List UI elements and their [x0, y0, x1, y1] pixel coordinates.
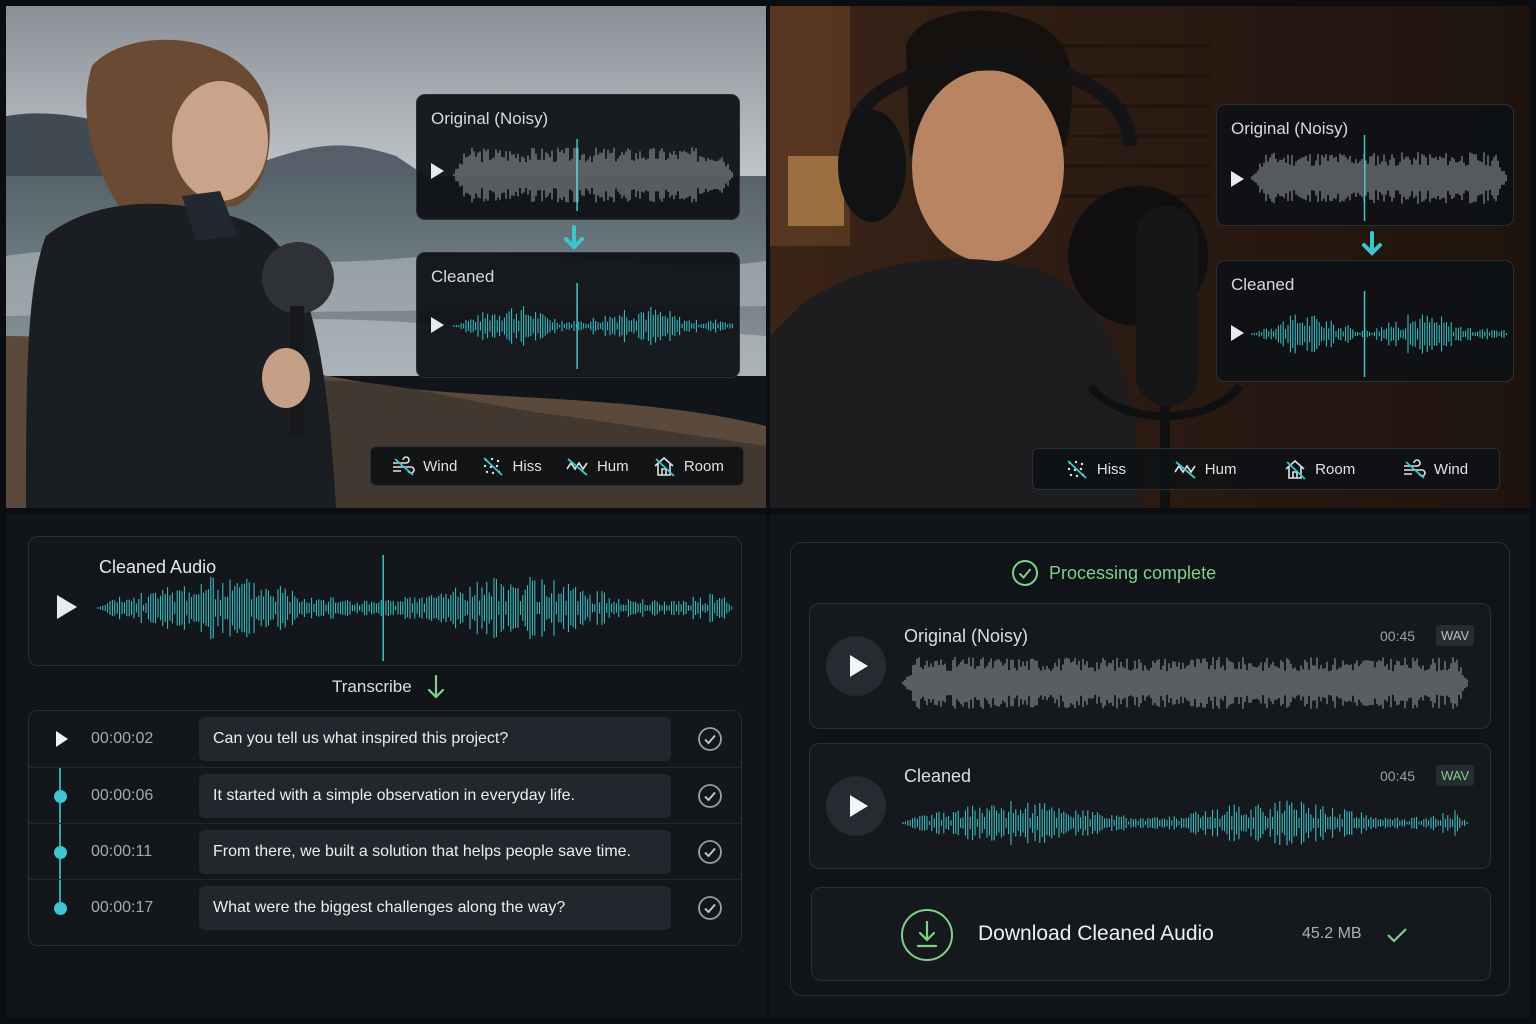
play-cleaned-button[interactable] [1231, 325, 1244, 341]
format-badge: WAV [1436, 765, 1475, 786]
cleaned-card: Cleaned [1216, 260, 1514, 382]
original-noisy-card: Original (Noisy) [1216, 104, 1514, 226]
hiss-icon [482, 457, 503, 476]
transcription-panel: Cleaned Audio Transcribe 00:00:02 Can yo… [6, 514, 766, 1018]
cleaned-audio-player: Cleaned Audio [28, 536, 742, 666]
field-recording-panel: Original (Noisy) Cleaned Wind Hiss Hum R… [6, 6, 766, 508]
segment-time: 00:00:02 [91, 730, 154, 747]
transcript-row[interactable]: 00:00:02 Can you tell us what inspired t… [29, 711, 741, 767]
arrow-down-icon [427, 674, 444, 699]
chip-wind[interactable]: Wind [390, 455, 457, 477]
transcript-row[interactable]: 00:00:17 What were the biggest challenge… [29, 879, 741, 935]
format-badge: WAV [1436, 625, 1475, 646]
play-original-button[interactable] [826, 636, 886, 696]
chip-label: Hiss [1096, 460, 1127, 478]
studio-scene-photo [770, 6, 1530, 508]
segment-text-field[interactable]: It started with a simple observation in … [199, 774, 671, 818]
play-button[interactable] [57, 595, 77, 619]
cleaned-waveform[interactable] [453, 283, 735, 369]
chip-label: Hum [596, 457, 629, 475]
segment-time: 00:00:06 [91, 787, 154, 804]
segment-text-field[interactable]: From there, we built a solution that hel… [199, 830, 671, 874]
track-title: Original (Noisy) [904, 626, 1029, 646]
timeline-dot [54, 902, 67, 915]
chip-wind[interactable]: Wind [1401, 458, 1468, 480]
cleaned-card: Cleaned [416, 252, 740, 378]
wind-icon [1403, 459, 1426, 479]
check-circle-icon[interactable] [697, 783, 723, 809]
play-original-button[interactable] [431, 163, 444, 179]
segment-text: It started with a simple observation in … [213, 787, 575, 804]
chip-hum[interactable]: Hum [1172, 458, 1237, 480]
cleaned-track-card: Cleaned 00:45 WAV [809, 743, 1491, 869]
original-waveform[interactable] [1251, 135, 1509, 221]
hum-icon [1174, 461, 1196, 479]
check-circle-icon[interactable] [697, 726, 723, 752]
original-track-card: Original (Noisy) 00:45 WAV [809, 603, 1491, 729]
original-waveform[interactable] [453, 139, 735, 211]
segment-text-field[interactable]: Can you tell us what inspired this proje… [199, 717, 671, 761]
timeline-dot [54, 790, 67, 803]
play-segment-button[interactable] [56, 731, 68, 747]
hiss-icon [1067, 460, 1087, 479]
noise-type-bar: Wind Hiss Hum Room [370, 446, 744, 486]
segment-text-field[interactable]: What were the biggest challenges along t… [199, 886, 671, 930]
chip-label: Hiss [512, 457, 542, 475]
arrow-down-icon [564, 225, 584, 250]
transcript-row[interactable]: 00:00:11 From there, we built a solution… [29, 823, 741, 879]
play-original-button[interactable] [1231, 171, 1244, 187]
download-label: Download Cleaned Audio [978, 922, 1214, 945]
chip-room[interactable]: Room [651, 455, 724, 477]
download-cleaned-audio-button[interactable]: Download Cleaned Audio 45.2 MB [811, 887, 1491, 981]
chip-hiss[interactable]: Hiss [1064, 458, 1126, 480]
segment-time: 00:00:11 [91, 843, 153, 860]
check-circle-icon[interactable] [697, 895, 723, 921]
chip-hum[interactable]: Hum [564, 455, 629, 477]
transcribe-button[interactable]: Transcribe [332, 674, 446, 700]
check-circle-icon [1012, 560, 1038, 586]
file-size: 45.2 MB [1302, 925, 1362, 942]
original-noisy-label: Original (Noisy) [431, 109, 549, 128]
room-icon [654, 456, 675, 477]
chip-label: Hum [1204, 460, 1237, 478]
segment-time: 00:00:17 [91, 899, 154, 916]
chip-label: Wind [1433, 460, 1469, 478]
status-label: Processing complete [1049, 562, 1217, 583]
track-title: Cleaned [904, 766, 972, 786]
cleaned-waveform[interactable] [902, 790, 1470, 856]
studio-recording-panel: Original (Noisy) Cleaned Hiss Hum Room W… [770, 6, 1530, 508]
arrow-down-icon [1362, 231, 1382, 256]
segment-text: From there, we built a solution that hel… [213, 843, 631, 860]
download-icon [901, 909, 953, 961]
export-frame: Processing complete Original (Noisy) 00:… [790, 542, 1510, 996]
check-icon [1387, 928, 1407, 943]
cleaned-waveform[interactable] [1251, 291, 1509, 377]
check-circle-icon[interactable] [697, 839, 723, 865]
chip-label: Room [683, 457, 724, 475]
cleaned-audio-waveform[interactable] [97, 555, 733, 661]
chip-label: Wind [423, 457, 458, 475]
track-duration: 00:45 [1380, 628, 1416, 644]
processing-status: Processing complete [1011, 559, 1216, 587]
hum-icon [566, 458, 588, 476]
chip-hiss[interactable]: Hiss [480, 455, 542, 477]
chip-label: Room [1315, 460, 1356, 478]
noise-type-bar: Hiss Hum Room Wind [1032, 448, 1500, 490]
export-panel: Processing complete Original (Noisy) 00:… [770, 514, 1530, 1018]
track-duration: 00:45 [1380, 768, 1416, 784]
play-cleaned-button[interactable] [826, 776, 886, 836]
timeline-dot [54, 846, 67, 859]
transcript-list: 00:00:02 Can you tell us what inspired t… [28, 710, 742, 946]
transcribe-label: Transcribe [332, 677, 412, 696]
play-cleaned-button[interactable] [431, 317, 444, 333]
chip-room[interactable]: Room [1282, 458, 1355, 480]
transcript-row[interactable]: 00:00:06 It started with a simple observ… [29, 767, 741, 823]
original-noisy-card: Original (Noisy) [416, 94, 740, 220]
wind-icon [393, 456, 415, 476]
original-waveform[interactable] [902, 650, 1470, 716]
segment-text: What were the biggest challenges along t… [213, 899, 566, 916]
segment-text: Can you tell us what inspired this proje… [213, 730, 509, 747]
room-icon [1285, 459, 1306, 480]
